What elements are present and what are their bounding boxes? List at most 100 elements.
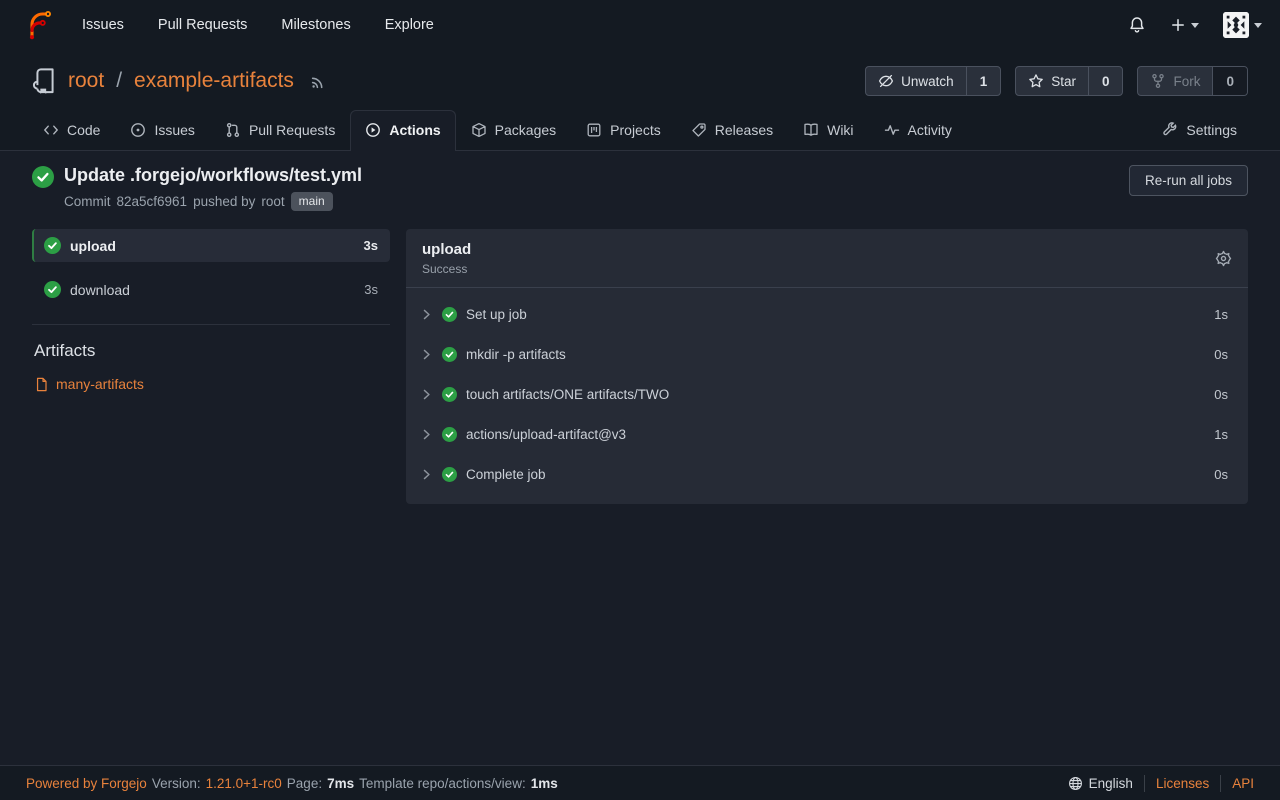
branch-badge[interactable]: main bbox=[291, 192, 333, 211]
footer-right: English Licenses API bbox=[1068, 775, 1254, 792]
star-button-group: Star 0 bbox=[1015, 66, 1123, 96]
watchers-count[interactable]: 1 bbox=[966, 67, 1001, 95]
commit-prefix: Commit bbox=[64, 194, 111, 209]
tab-wiki[interactable]: Wiki bbox=[788, 110, 868, 150]
step-duration: 0s bbox=[1214, 387, 1228, 402]
step-duration: 1s bbox=[1214, 307, 1228, 322]
code-icon bbox=[43, 122, 59, 138]
chevron-right-icon bbox=[420, 388, 433, 401]
tab-settings[interactable]: Settings bbox=[1147, 110, 1252, 150]
fork-button-group: Fork 0 bbox=[1137, 66, 1248, 96]
gear-icon[interactable] bbox=[1215, 250, 1232, 267]
run-body: upload 3s download 3s Artifacts many-art… bbox=[32, 229, 1248, 504]
run-success-check-icon bbox=[32, 166, 54, 188]
play-circle-icon bbox=[365, 122, 381, 138]
language-selector[interactable]: English bbox=[1068, 776, 1133, 791]
book-icon bbox=[803, 122, 819, 138]
tab-releases[interactable]: Releases bbox=[676, 110, 788, 150]
repo-owner-link[interactable]: root bbox=[68, 69, 104, 93]
step-row[interactable]: Complete job 0s bbox=[406, 454, 1248, 494]
step-success-check-icon bbox=[442, 347, 457, 362]
commit-author[interactable]: root bbox=[261, 194, 284, 209]
version-label: Version: bbox=[152, 776, 201, 791]
tab-actions[interactable]: Actions bbox=[350, 110, 455, 151]
template-label: Template repo/actions/view: bbox=[359, 776, 526, 791]
user-avatar-dropdown[interactable] bbox=[1223, 12, 1262, 38]
footer: Powered by Forgejo Version: 1.21.0+1-rc0… bbox=[0, 765, 1280, 800]
stars-count[interactable]: 0 bbox=[1088, 67, 1123, 95]
job-sidebar: upload 3s download 3s Artifacts many-art… bbox=[32, 229, 390, 504]
nav-pull-requests[interactable]: Pull Requests bbox=[158, 17, 247, 33]
tab-packages[interactable]: Packages bbox=[456, 110, 571, 150]
tab-activity[interactable]: Activity bbox=[869, 110, 967, 150]
chevron-down-icon bbox=[1254, 23, 1262, 28]
top-chrome: Issues Pull Requests Milestones Explore bbox=[0, 0, 1280, 151]
step-duration: 1s bbox=[1214, 427, 1228, 442]
step-duration: 0s bbox=[1214, 467, 1228, 482]
step-row[interactable]: Set up job 1s bbox=[406, 294, 1248, 334]
tab-code[interactable]: Code bbox=[28, 110, 115, 150]
star-icon bbox=[1028, 73, 1044, 89]
chevron-right-icon bbox=[420, 348, 433, 361]
rerun-all-jobs-button[interactable]: Re-run all jobs bbox=[1129, 165, 1248, 196]
tab-issues[interactable]: Issues bbox=[115, 110, 209, 150]
job-duration: 3s bbox=[364, 238, 378, 253]
job-panel-titles: upload Success bbox=[422, 241, 471, 276]
job-detail-panel: upload Success Set up bbox=[406, 229, 1248, 504]
plus-icon bbox=[1170, 17, 1186, 33]
star-button[interactable]: Star bbox=[1016, 67, 1088, 95]
actions-run-view: Update .forgejo/workflows/test.yml Commi… bbox=[0, 151, 1280, 765]
job-success-check-icon bbox=[44, 281, 61, 298]
tools-icon bbox=[1162, 122, 1178, 138]
chevron-down-icon bbox=[1191, 23, 1199, 28]
tag-icon bbox=[691, 122, 707, 138]
steps-list: Set up job 1s mkdir -p artifacts 0s touc… bbox=[406, 288, 1248, 504]
file-icon bbox=[34, 377, 49, 392]
page: Issues Pull Requests Milestones Explore bbox=[0, 0, 1280, 800]
rss-icon[interactable] bbox=[310, 73, 327, 90]
unwatch-button[interactable]: Unwatch bbox=[866, 67, 966, 95]
step-row[interactable]: actions/upload-artifact@v3 1s bbox=[406, 414, 1248, 454]
step-success-check-icon bbox=[442, 387, 457, 402]
footer-divider bbox=[1220, 775, 1221, 792]
step-row[interactable]: mkdir -p artifacts 0s bbox=[406, 334, 1248, 374]
step-row[interactable]: touch artifacts/ONE artifacts/TWO 0s bbox=[406, 374, 1248, 414]
powered-by-link[interactable]: Powered by Forgejo bbox=[26, 776, 147, 791]
job-item-upload[interactable]: upload 3s bbox=[32, 229, 390, 262]
globe-icon bbox=[1068, 776, 1083, 791]
step-success-check-icon bbox=[442, 427, 457, 442]
nav-issues[interactable]: Issues bbox=[82, 17, 124, 33]
tab-pull-requests[interactable]: Pull Requests bbox=[210, 110, 350, 150]
nav-milestones[interactable]: Milestones bbox=[281, 17, 350, 33]
artifact-link-many-artifacts[interactable]: many-artifacts bbox=[34, 376, 390, 392]
job-status-text: Success bbox=[422, 262, 471, 276]
nav-explore[interactable]: Explore bbox=[385, 17, 434, 33]
create-new-dropdown[interactable] bbox=[1170, 17, 1199, 33]
template-time: 1ms bbox=[531, 776, 558, 791]
navbar: Issues Pull Requests Milestones Explore bbox=[0, 0, 1280, 50]
navbar-right bbox=[1128, 12, 1262, 38]
repo-tabs: Code Issues Pull Requests Actions Packag… bbox=[0, 110, 1280, 151]
job-success-check-icon bbox=[44, 237, 61, 254]
chevron-right-icon bbox=[420, 468, 433, 481]
forks-count[interactable]: 0 bbox=[1212, 67, 1247, 95]
repo-name-link[interactable]: example-artifacts bbox=[134, 69, 294, 93]
api-link[interactable]: API bbox=[1232, 776, 1254, 791]
tab-projects[interactable]: Projects bbox=[571, 110, 676, 150]
forgejo-logo-icon[interactable] bbox=[22, 9, 54, 41]
job-panel-header: upload Success bbox=[406, 229, 1248, 287]
fork-icon bbox=[1150, 73, 1166, 89]
commit-sha[interactable]: 82a5cf6961 bbox=[117, 194, 188, 209]
version-link[interactable]: 1.21.0+1-rc0 bbox=[206, 776, 282, 791]
notifications-bell-icon[interactable] bbox=[1128, 16, 1146, 34]
job-item-download[interactable]: download 3s bbox=[32, 273, 390, 306]
job-name: download bbox=[70, 282, 130, 298]
avatar bbox=[1223, 12, 1249, 38]
project-board-icon bbox=[586, 122, 602, 138]
watch-button-group: Unwatch 1 bbox=[865, 66, 1001, 96]
licenses-link[interactable]: Licenses bbox=[1156, 776, 1209, 791]
pushed-by-text: pushed by bbox=[193, 194, 255, 209]
pull-request-icon bbox=[225, 122, 241, 138]
chevron-right-icon bbox=[420, 428, 433, 441]
repo-separator: / bbox=[116, 69, 122, 93]
